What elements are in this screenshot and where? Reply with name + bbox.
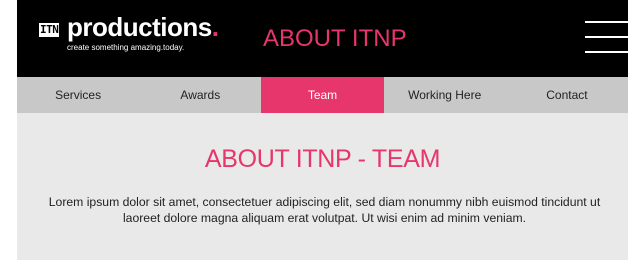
section-body-text: Lorem ipsum dolor sit amet, consectetuer…	[48, 195, 601, 225]
site-header: ITN productions. create something amazin…	[17, 0, 628, 77]
page: ITN productions. create something amazin…	[17, 0, 628, 260]
logo-tagline: create something amazing.today.	[67, 43, 185, 52]
menu-line	[585, 36, 628, 38]
menu-line	[585, 21, 628, 23]
logo-dot: .	[211, 12, 219, 42]
menu-line	[585, 51, 628, 53]
nav-item-working-here[interactable]: Working Here	[384, 77, 506, 113]
page-title: ABOUT ITNP	[263, 25, 407, 52]
nav-item-awards[interactable]: Awards	[139, 77, 261, 113]
logo-wordmark: productions.	[67, 11, 219, 43]
nav-item-contact[interactable]: Contact	[506, 77, 628, 113]
main-nav: Services Awards Team Working Here Contac…	[17, 77, 628, 113]
logo-word-text: productions	[67, 12, 212, 42]
nav-item-team[interactable]: Team	[261, 77, 384, 113]
logo-mark: ITN	[39, 23, 60, 37]
nav-item-services[interactable]: Services	[17, 77, 139, 113]
section-heading: ABOUT ITNP - TEAM	[204, 145, 441, 173]
hamburger-menu-icon[interactable]	[585, 17, 628, 57]
main-content: ABOUT ITNP - TEAM Lorem ipsum dolor sit …	[17, 113, 628, 260]
